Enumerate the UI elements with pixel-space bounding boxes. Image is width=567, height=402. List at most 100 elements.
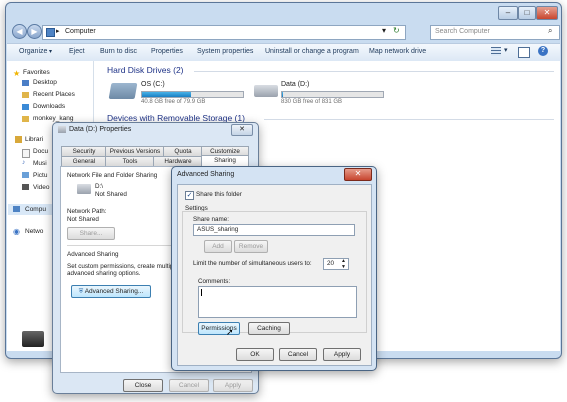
nav-music[interactable]: Musi <box>33 160 47 167</box>
close-button[interactable]: Close <box>123 379 163 392</box>
search-icon[interactable]: ⌕ <box>548 26 552 36</box>
nav-desktop[interactable]: Desktop <box>33 79 57 86</box>
drive-d-name[interactable]: Data (D:) <box>281 81 309 88</box>
documents-icon <box>22 149 30 158</box>
drive-c-name[interactable]: OS (C:) <box>141 81 165 88</box>
address-text: Computer <box>65 28 96 35</box>
address-bar[interactable]: ▸ Computer ▾ ↻ <box>42 25 406 40</box>
apply-button[interactable]: Apply <box>323 348 361 361</box>
user-limit-value: 20 <box>327 260 335 267</box>
back-icon[interactable]: ◀ <box>12 24 27 39</box>
group-divider <box>264 119 554 120</box>
drive-c-usage-fill <box>142 92 192 97</box>
downloads-icon <box>22 104 29 110</box>
add-button[interactable]: Add <box>204 240 232 253</box>
help-icon[interactable]: ? <box>538 46 548 56</box>
libraries-icon <box>15 136 22 143</box>
advanced-sharing-body: ✓ Share this folder Settings Share name:… <box>177 184 372 366</box>
desktop-icon <box>22 80 29 86</box>
preview-pane-icon[interactable] <box>518 47 530 58</box>
drive-icon <box>77 184 91 194</box>
tab-hardware[interactable]: Hardware <box>153 156 203 166</box>
remove-button[interactable]: Remove <box>234 240 268 253</box>
view-icon[interactable] <box>491 47 501 56</box>
map-network-drive-button[interactable]: Map network drive <box>369 48 426 55</box>
nav-libraries[interactable]: Librari <box>25 136 43 143</box>
share-folder-checkbox[interactable]: ✓ <box>185 191 194 200</box>
share-name-field[interactable]: ASUS_sharing <box>193 224 355 236</box>
shield-icon: ⛨ <box>78 289 84 295</box>
tab-general[interactable]: General <box>61 156 107 166</box>
hard-drive-icon[interactable] <box>254 85 278 97</box>
command-bar: Organize ▾ Eject Burn to disc Properties… <box>7 43 560 62</box>
nav-documents[interactable]: Docu <box>33 148 48 155</box>
advanced-description-line2: advanced sharing options. <box>67 270 141 277</box>
address-arrow-icon[interactable]: ▸ <box>56 27 60 35</box>
advanced-sharing-button[interactable]: ⛨ Advanced Sharing... <box>71 285 151 298</box>
comments-field[interactable] <box>198 286 357 318</box>
advanced-sharing-label: Advanced Sharing... <box>84 288 144 295</box>
cancel-button[interactable]: Cancel <box>279 348 317 361</box>
cancel-button[interactable]: Cancel <box>169 379 209 392</box>
system-properties-button[interactable]: System properties <box>197 48 253 55</box>
dialog-title: Data (D:) Properties <box>69 126 132 133</box>
refresh-icon[interactable]: ↻ <box>393 26 400 35</box>
nav-computer[interactable]: Compu <box>25 206 46 213</box>
nav-videos[interactable]: Video <box>33 184 50 191</box>
tab-quota[interactable]: Quota <box>163 146 203 156</box>
dialog-close-button[interactable]: ✕ <box>231 124 253 136</box>
advanced-sharing-dialog: Advanced Sharing ✕ ✓ Share this folder S… <box>171 166 377 371</box>
tab-security[interactable]: Security <box>61 146 107 156</box>
tab-sharing[interactable]: Sharing <box>201 155 249 166</box>
nav-pictures[interactable]: Pictu <box>33 172 47 179</box>
computer-icon <box>13 206 20 212</box>
search-placeholder: Search Computer <box>435 28 490 35</box>
share-folder-label[interactable]: Share this folder <box>196 191 242 198</box>
spin-down-icon[interactable]: ▼ <box>341 264 346 270</box>
drive-letter: D:\ <box>95 183 104 190</box>
eject-button[interactable]: Eject <box>69 48 85 55</box>
share-name-label: Share name: <box>193 216 230 223</box>
tab-tools[interactable]: Tools <box>105 156 155 166</box>
nav-downloads[interactable]: Downloads <box>33 103 65 110</box>
close-button[interactable]: ✕ <box>536 6 558 20</box>
music-icon: ♪ <box>22 159 26 166</box>
ok-button[interactable]: OK <box>236 348 274 361</box>
drive-icon <box>58 126 66 133</box>
hard-drive-icon[interactable] <box>108 83 138 99</box>
organize-button[interactable]: Organize <box>19 48 47 55</box>
computer-icon <box>46 28 55 37</box>
nav-network[interactable]: Netwo <box>25 228 43 235</box>
nav-user[interactable]: monkey_kang <box>33 115 73 122</box>
user-folder-icon <box>22 116 29 122</box>
user-limit-label: Limit the number of simultaneous users t… <box>193 260 312 267</box>
drive-d-usage-bar <box>281 91 384 98</box>
search-input[interactable]: Search Computer ⌕ <box>430 25 560 40</box>
maximize-button[interactable]: □ <box>518 6 536 20</box>
caching-button[interactable]: Caching <box>248 322 290 335</box>
minimize-button[interactable]: – <box>498 6 518 20</box>
nav-favorites[interactable]: Favorites <box>23 69 50 76</box>
forward-icon[interactable]: ▶ <box>27 24 42 39</box>
organize-dropdown-icon[interactable]: ▾ <box>49 48 52 55</box>
permissions-button[interactable]: Permissions <box>198 322 240 335</box>
star-icon: ★ <box>13 69 21 78</box>
properties-button[interactable]: Properties <box>151 48 183 55</box>
user-limit-stepper[interactable]: 20 ▲ ▼ <box>323 258 349 270</box>
dialog-close-button[interactable]: ✕ <box>344 168 372 181</box>
uninstall-button[interactable]: Uninstall or change a program <box>265 48 359 55</box>
tab-previous-versions[interactable]: Previous Versions <box>105 146 165 156</box>
drive-d-usage-fill <box>282 92 283 97</box>
dialog-title: Advanced Sharing <box>177 171 235 178</box>
drive-c-free: 40.8 GB free of 79.9 GB <box>141 99 206 105</box>
hdd-group-header[interactable]: Hard Disk Drives (2) <box>107 65 184 75</box>
share-button[interactable]: Share... <box>67 227 115 240</box>
apply-button[interactable]: Apply <box>213 379 253 392</box>
recent-places-icon <box>22 92 29 98</box>
burn-button[interactable]: Burn to disc <box>100 48 137 55</box>
share-name-value: ASUS_sharing <box>197 226 239 233</box>
view-dropdown-icon[interactable]: ▾ <box>504 46 508 54</box>
nav-recent-places[interactable]: Recent Places <box>33 91 75 98</box>
dvd-drive-icon <box>22 331 44 347</box>
dropdown-icon[interactable]: ▾ <box>382 26 386 35</box>
